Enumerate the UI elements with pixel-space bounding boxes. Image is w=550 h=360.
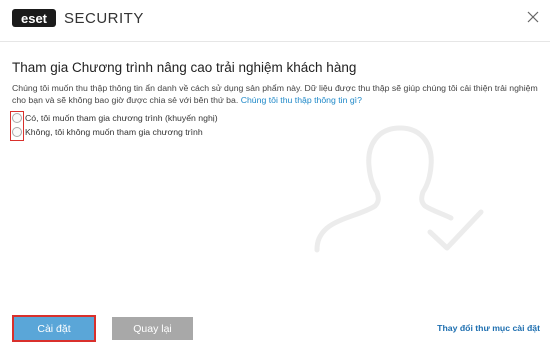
back-button[interactable]: Quay lại [112,317,193,340]
title-divider [0,41,550,42]
option-yes[interactable]: Có, tôi muốn tham gia chương trình (khuy… [12,113,218,123]
radio-no[interactable] [12,127,22,137]
radio-yes[interactable] [12,113,22,123]
close-icon[interactable] [526,10,540,24]
user-silhouette-icon [314,125,484,253]
title-bar: eset SECURITY [0,0,550,36]
change-install-folder-link[interactable]: Thay đổi thư mục cài đặt [437,323,540,333]
install-button[interactable]: Cài đặt [12,315,96,342]
eset-logo: eset SECURITY [12,9,144,27]
eset-logo-mark: eset [12,9,56,27]
product-name: SECURITY [64,9,144,27]
eset-logo-mark-text: eset [20,10,48,26]
description: Chúng tôi muốn thu thập thông tin ẩn dan… [12,82,542,106]
info-link[interactable]: Chúng tôi thu thập thông tin gì? [241,95,362,105]
option-yes-label: Có, tôi muốn tham gia chương trình (khuy… [25,113,218,123]
option-no-label: Không, tôi không muốn tham gia chương tr… [25,127,203,137]
page-title: Tham gia Chương trình nâng cao trải nghi… [12,60,357,75]
option-no[interactable]: Không, tôi không muốn tham gia chương tr… [12,127,203,137]
